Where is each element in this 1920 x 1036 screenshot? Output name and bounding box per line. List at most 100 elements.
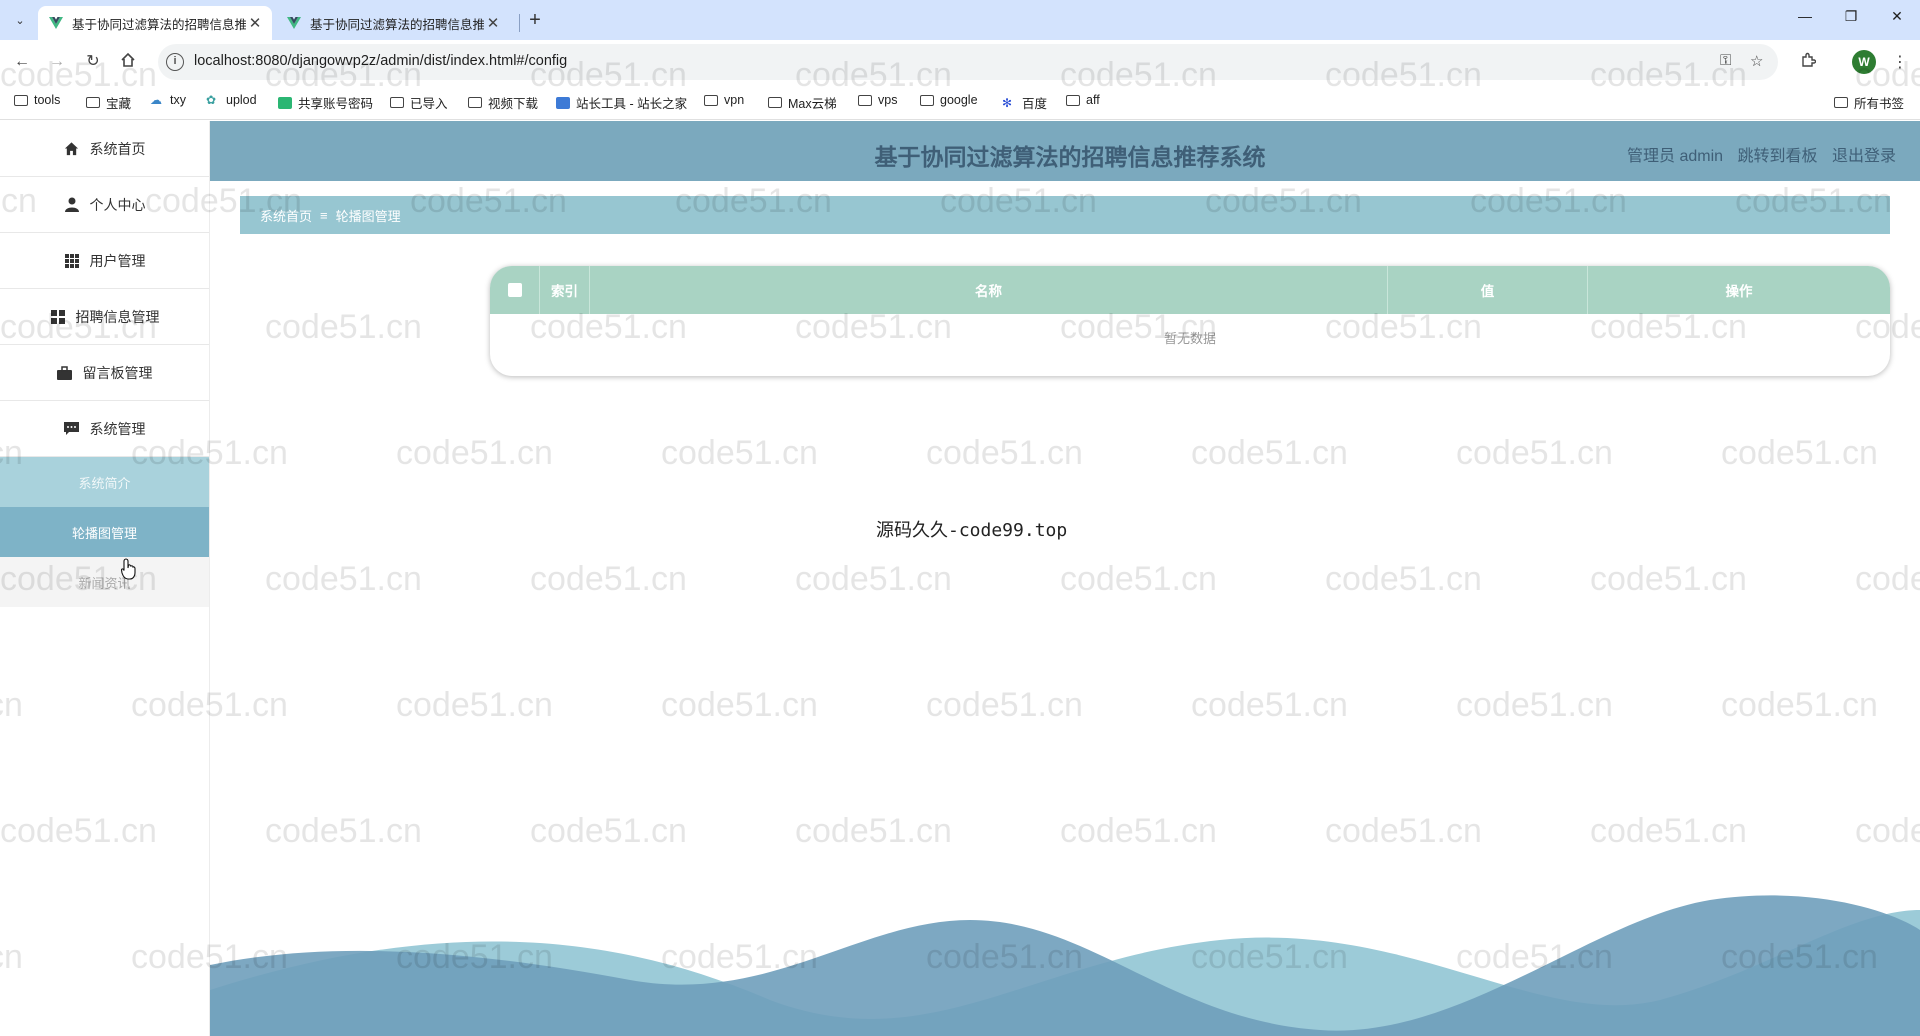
watermark: code51.cn: [1721, 434, 1878, 472]
bookmark-star-icon[interactable]: ☆: [1750, 52, 1763, 70]
watermark: code51.cn: [926, 686, 1083, 724]
watermark: code51.cn: [926, 434, 1083, 472]
column-header-index[interactable]: 索引: [540, 266, 590, 314]
watermark: code51.cn: [1590, 812, 1747, 850]
browser-tab[interactable]: 基于协同过滤算法的招聘信息推 ✕: [276, 6, 510, 40]
bookmark-vpn[interactable]: vpn: [704, 93, 744, 107]
window-close-icon[interactable]: ✕: [1874, 8, 1920, 25]
home-icon: [64, 141, 80, 157]
bookmark-tools[interactable]: tools: [14, 93, 60, 107]
bookmark-chinaz[interactable]: 站长工具 - 站长之家: [556, 93, 687, 112]
bookmark-max[interactable]: Max云梯: [768, 93, 837, 112]
tab-title: 基于协同过滤算法的招聘信息推: [72, 17, 246, 32]
browser-tab-active[interactable]: 基于协同过滤算法的招聘信息推 ✕: [38, 6, 272, 40]
chinaz-icon: [556, 96, 570, 109]
watermark: code51.cn: [1855, 560, 1920, 598]
site-info-icon[interactable]: i: [166, 53, 184, 71]
watermark: code51.cn: [661, 686, 818, 724]
watermark: code51.cn: [1590, 560, 1747, 598]
column-header-name[interactable]: 名称: [590, 266, 1388, 314]
breadcrumb-home[interactable]: 系统首页: [260, 206, 312, 225]
folder-icon: [1834, 97, 1848, 108]
app-header: 基于协同过滤算法的招聘信息推荐系统 管理员 admin 跳转到看板 退出登录: [210, 121, 1920, 181]
bookmark-baidu[interactable]: ✻ 百度: [1002, 93, 1047, 112]
baidu-paw-icon: ✻: [1002, 95, 1013, 110]
header-links: 管理员 admin 跳转到看板 退出登录: [1617, 142, 1896, 166]
watermark: code51.cn: [396, 686, 553, 724]
bookmark-treasure[interactable]: 宝藏: [86, 93, 131, 112]
reload-icon[interactable]: ↻: [83, 52, 103, 72]
cloud-icon: ☁: [150, 93, 162, 107]
dashboard-link[interactable]: 跳转到看板: [1738, 148, 1818, 165]
bookmark-vps[interactable]: vps: [858, 93, 897, 107]
sidebar-subitem-news[interactable]: 新闻资讯: [0, 557, 209, 607]
admin-label: 管理员 admin: [1627, 148, 1724, 165]
sidebar-item-jobs[interactable]: 招聘信息管理: [0, 289, 209, 345]
briefcase-icon: [57, 365, 73, 381]
watermark: code51.cn: [530, 812, 687, 850]
watermark: code51.cn: [1855, 812, 1920, 850]
bookmark-google[interactable]: google: [920, 93, 978, 107]
address-bar[interactable]: i localhost:8080/djangowvp2z/admin/dist/…: [158, 44, 1778, 80]
folder-icon: [390, 97, 404, 108]
menu-kebab-icon[interactable]: ⋮: [1892, 52, 1908, 72]
sidebar-item-profile[interactable]: 个人中心: [0, 177, 209, 233]
tab-title: 基于协同过滤算法的招聘信息推: [310, 17, 484, 32]
password-key-icon[interactable]: ⚿: [1720, 52, 1731, 69]
bookmarks-bar: tools 宝藏 ☁ txy ✿ uplod 共享账号密码 已导入 视频下载 站长工…: [0, 84, 1920, 120]
sheet-icon: [278, 96, 292, 109]
bookmark-aff[interactable]: aff: [1066, 93, 1100, 107]
new-tab-icon[interactable]: +: [522, 8, 548, 34]
extensions-icon[interactable]: [1800, 52, 1817, 73]
watermark: code51.cn: [1456, 434, 1613, 472]
grid-icon: [64, 253, 80, 269]
data-table: 索引 名称 值 操作 暂无数据: [490, 266, 1890, 376]
all-bookmarks[interactable]: 所有书签: [1834, 93, 1904, 112]
logout-link[interactable]: 退出登录: [1832, 148, 1896, 165]
source-text: 源码久久-code99.top: [876, 520, 1068, 541]
sidebar-item-home[interactable]: 系统首页: [0, 121, 209, 177]
bookmark-imported[interactable]: 已导入: [390, 93, 448, 112]
bookmark-txy[interactable]: ☁ txy: [150, 93, 186, 107]
minimize-icon[interactable]: —: [1782, 8, 1828, 24]
home-browser-icon[interactable]: [118, 52, 138, 72]
bookmark-video-download[interactable]: 视频下载: [468, 93, 538, 112]
watermark: code51.cn: [1456, 686, 1613, 724]
wave-decoration: [210, 895, 1920, 1036]
sidebar-item-users[interactable]: 用户管理: [0, 233, 209, 289]
folder-icon: [1066, 94, 1080, 106]
back-icon[interactable]: ←: [12, 52, 32, 72]
sidebar: 系统首页 个人中心 用户管理 招聘信息管理 留言板管理 系统管理 系统简介 轮播…: [0, 121, 210, 1036]
bookmark-uplod[interactable]: ✿ uplod: [206, 93, 257, 107]
sidebar-subitem-intro[interactable]: 系统简介: [0, 457, 209, 507]
sidebar-item-messages[interactable]: 留言板管理: [0, 345, 209, 401]
select-all-checkbox[interactable]: [507, 283, 522, 297]
select-all-cell: [490, 266, 540, 314]
share-icon: ✿: [206, 93, 217, 107]
tab-close-icon[interactable]: ✕: [246, 14, 264, 32]
restore-icon[interactable]: ❐: [1828, 8, 1874, 25]
watermark: code51.cn: [795, 560, 952, 598]
profile-avatar[interactable]: W: [1852, 50, 1876, 74]
breadcrumb-current: 轮播图管理: [335, 208, 401, 224]
watermark: code51.cn: [396, 434, 553, 472]
watermark: code51.cn: [1721, 686, 1878, 724]
bookmark-shared-accounts[interactable]: 共享账号密码: [278, 93, 373, 112]
hand-cursor-icon: [121, 558, 136, 580]
breadcrumb-separator: ≡: [320, 207, 328, 223]
tab-search-icon[interactable]: ⌄: [10, 10, 30, 30]
apps-icon: [50, 309, 66, 325]
column-header-value[interactable]: 值: [1388, 266, 1588, 314]
watermark: code51.cn: [265, 812, 422, 850]
watermark: code51.cn: [1191, 434, 1348, 472]
tab-close-icon[interactable]: ✕: [484, 14, 502, 32]
watermark: code51.cn: [1325, 812, 1482, 850]
sidebar-item-system[interactable]: 系统管理: [0, 401, 209, 457]
watermark: code51.cn: [530, 560, 687, 598]
sidebar-subitem-carousel[interactable]: 轮播图管理: [0, 507, 209, 557]
forward-icon[interactable]: →: [47, 52, 67, 72]
browser-toolbar: ← → ↻ i localhost:8080/djangowvp2z/admin…: [0, 40, 1920, 84]
browser-tab-bar: ⌄ 基于协同过滤算法的招聘信息推 ✕ 基于协同过滤算法的招聘信息推 ✕ + — …: [0, 0, 1920, 40]
folder-icon: [14, 94, 28, 106]
watermark: code51.cn: [265, 560, 422, 598]
